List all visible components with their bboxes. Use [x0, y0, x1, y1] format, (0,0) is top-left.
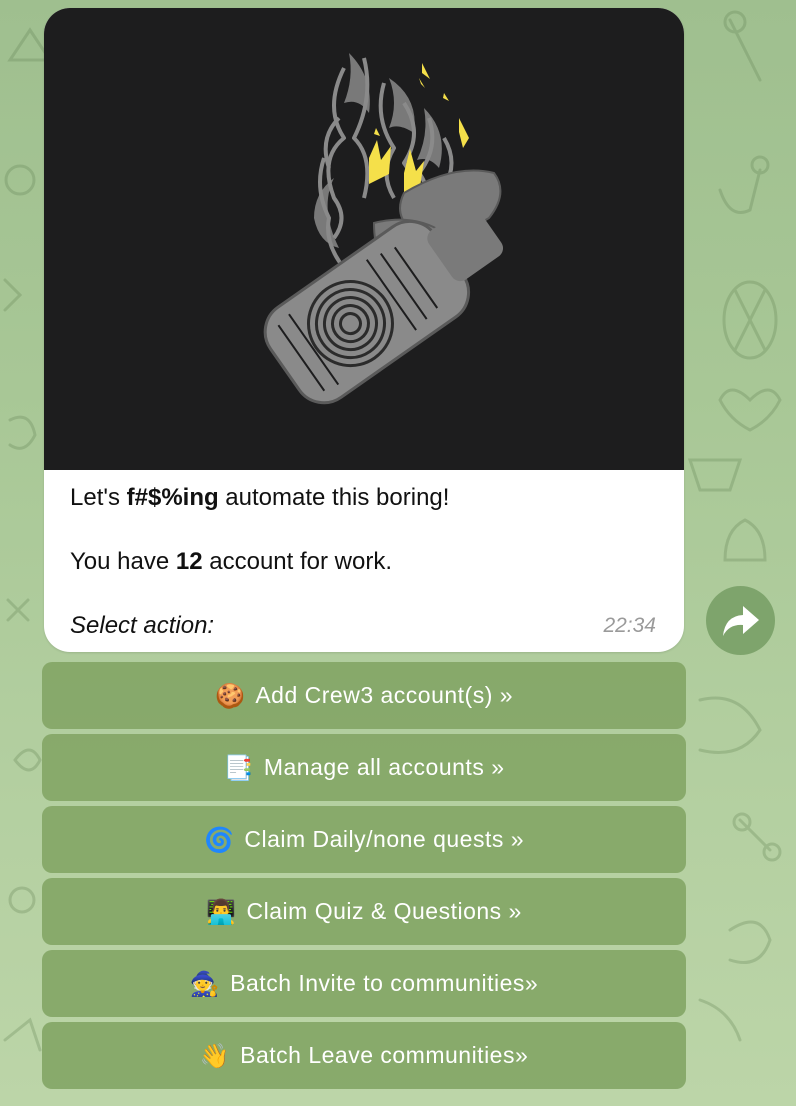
add-crew3-accounts-button[interactable]: 🍪 Add Crew3 account(s) »: [42, 662, 686, 729]
button-label: Batch Invite to communities»: [230, 970, 539, 996]
button-label: Claim Daily/none quests »: [244, 826, 525, 852]
cyclone-icon: 🌀: [203, 825, 235, 854]
message-line-3: Select action:: [70, 612, 215, 639]
batch-leave-communities-button[interactable]: 👋 Batch Leave communities»: [42, 1022, 686, 1089]
claim-quiz-questions-button[interactable]: 👨‍💻 Claim Quiz & Questions »: [42, 878, 686, 945]
button-label: Claim Quiz & Questions »: [246, 898, 522, 924]
button-label: Batch Leave communities»: [240, 1042, 529, 1068]
account-count: 12: [175, 548, 203, 575]
share-button[interactable]: [706, 586, 775, 655]
button-label: Add Crew3 account(s) »: [255, 682, 514, 708]
message-timestamp: 22:34: [603, 614, 656, 637]
message-line-1-bold: f#$%ing: [126, 484, 219, 511]
batch-invite-communities-button[interactable]: 🧙 Batch Invite to communities»: [42, 950, 686, 1017]
technologist-icon: 👨‍💻: [206, 897, 237, 926]
manage-all-accounts-button[interactable]: 📑 Manage all accounts »: [42, 734, 686, 801]
share-arrow-icon: [722, 605, 759, 636]
wizard-icon: 🧙: [189, 969, 221, 998]
waving-hand-icon: 👋: [199, 1041, 231, 1070]
molotov-bottle-illustration: [263, 53, 504, 405]
message-bubble: Let's f#$%ing automate this boring! You …: [44, 8, 684, 652]
button-label: Manage all accounts »: [263, 754, 505, 780]
message-line-2: You have 12 account for work.: [70, 548, 393, 575]
message-photo[interactable]: [44, 8, 684, 470]
cookie-icon: 🍪: [214, 681, 246, 710]
document-icon: 📑: [223, 753, 254, 782]
message-line-1: Let's f#$%ing automate this boring!: [70, 484, 450, 511]
claim-daily-quests-button[interactable]: 🌀 Claim Daily/none quests »: [42, 806, 686, 873]
